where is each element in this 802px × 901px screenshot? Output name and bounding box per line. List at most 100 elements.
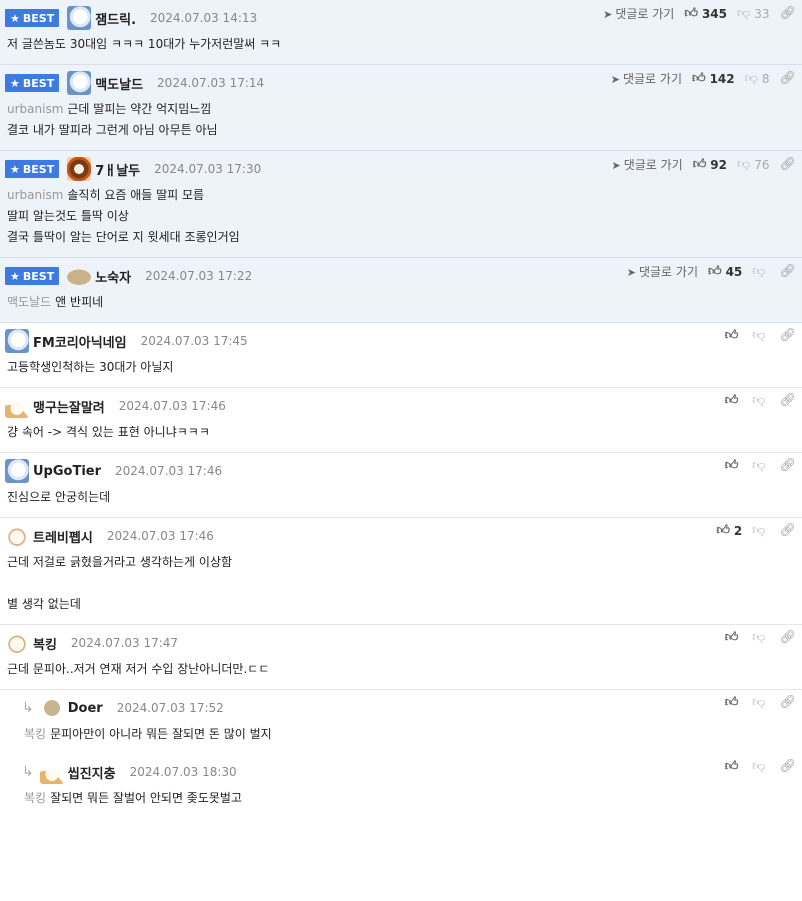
mention[interactable]: 맥도날드	[7, 295, 51, 309]
link-icon[interactable]: 🔗︎	[779, 71, 796, 86]
best-badge: ★ BEST	[5, 267, 60, 285]
upvote-button[interactable]: 👍︎ 92	[693, 157, 727, 172]
author-nickname[interactable]: 7ㅐ날두	[95, 160, 140, 179]
comment-text: 솔직히 요즘 애들 딸피 모름	[67, 188, 205, 202]
upvote-button[interactable]: 👍︎ 2	[716, 523, 742, 538]
comment-header: ↳ Doer 2024.07.03 17:52	[22, 696, 802, 720]
avatar[interactable]	[5, 631, 29, 655]
upvote-button[interactable]: 👍︎	[725, 695, 743, 710]
upvote-button[interactable]: 👍︎ 345	[684, 6, 727, 21]
link-icon[interactable]: 🔗︎	[779, 458, 796, 473]
downvote-button[interactable]: 👎︎	[752, 458, 769, 473]
author-nickname[interactable]: 트레비펩시	[33, 527, 93, 546]
comment-body: 복킹 문피아만이 아니라 뭐든 잘되면 돈 많이 벌지	[22, 720, 802, 754]
comment-text: 문피아만이 아니라 뭐든 잘되면 돈 많이 벌지	[50, 727, 272, 741]
downvote-count: 8	[761, 71, 770, 86]
comment-date: 2024.07.03 17:45	[140, 334, 248, 348]
downvote-button[interactable]: 👎︎	[752, 523, 769, 538]
link-icon[interactable]: 🔗︎	[779, 393, 796, 408]
mention[interactable]: 복킹	[24, 791, 46, 805]
link-icon[interactable]: 🔗︎	[779, 264, 796, 279]
author-nickname[interactable]: Doer	[68, 701, 103, 716]
upvote-count: 92	[710, 157, 727, 172]
upvote-button[interactable]: 👍︎	[725, 458, 743, 473]
avatar[interactable]	[67, 71, 92, 95]
downvote-button[interactable]: 👎︎	[752, 695, 769, 710]
downvote-button[interactable]: 👎︎	[752, 328, 769, 343]
link-icon[interactable]: 🔗︎	[779, 630, 796, 645]
author-nickname[interactable]: 잼드릭.	[95, 9, 136, 28]
downvote-button[interactable]: 👎︎	[752, 393, 769, 408]
link-icon[interactable]: 🔗︎	[779, 328, 796, 343]
author-nickname[interactable]: 맹구는잘말려	[33, 397, 105, 416]
downvote-button[interactable]: 👎︎ 33	[737, 6, 769, 21]
star-icon: ★	[10, 162, 20, 176]
avatar[interactable]	[5, 459, 29, 483]
link-icon[interactable]: 🔗︎	[779, 157, 796, 172]
author-nickname[interactable]: UpGoTier	[33, 464, 101, 479]
author-nickname[interactable]: 맥도날드	[95, 74, 143, 93]
avatar[interactable]	[39, 760, 64, 784]
goto-comment-link[interactable]: ➤ 댓글로 가기	[611, 70, 682, 87]
avatar[interactable]	[67, 264, 92, 288]
comment-header: ↳ 씹진지충 2024.07.03 18:30	[22, 760, 802, 784]
comment-actions: 👍︎ 👎︎ 🔗︎	[725, 759, 796, 774]
author-nickname[interactable]: 노숙자	[95, 267, 131, 286]
comment-actions: ➤ 댓글로 가기 👍︎ 92 👎︎ 76 🔗︎	[611, 156, 796, 173]
link-icon[interactable]: 🔗︎	[779, 523, 796, 538]
mention[interactable]: urbanism	[7, 188, 63, 202]
downvote-count: 76	[754, 157, 770, 172]
upvote-button[interactable]: 👍︎ 142	[692, 71, 735, 86]
goto-comment-link[interactable]: ➤ 댓글로 가기	[611, 156, 682, 173]
comment-date: 2024.07.03 17:47	[70, 636, 179, 650]
mention[interactable]: 복킹	[24, 727, 46, 741]
comment-line: 결코 내가 딸피라 그런게 아님 아무튼 아님	[7, 120, 802, 141]
thumbs-up-icon: 👍︎	[724, 759, 739, 774]
downvote-button[interactable]: 👎︎ 76	[737, 157, 769, 172]
comment-date: 2024.07.03 17:52	[116, 701, 224, 715]
author-nickname[interactable]: 씹진지충	[68, 763, 116, 782]
star-icon: ★	[10, 269, 20, 283]
send-arrow-icon: ➤	[603, 8, 613, 21]
best-label: BEST	[22, 11, 55, 25]
author-nickname[interactable]: FM코리아닉네임	[33, 332, 127, 351]
avatar[interactable]	[5, 524, 29, 548]
comment-text: 잘되면 뭐든 잘벌어 안되면 좆도못벌고	[50, 791, 242, 805]
comment-line: urbanism 근데 딸피는 약간 억지밈느낌	[7, 99, 802, 120]
goto-comment-link[interactable]: ➤ 댓글로 가기	[603, 5, 674, 22]
reply-comment: ↳ Doer 2024.07.03 17:52 👍︎ 👎︎ 🔗︎ 복킹 문피아만이 아니라 뭐…	[12, 690, 802, 754]
downvote-button[interactable]: 👎︎	[752, 630, 769, 645]
upvote-button[interactable]: 👍︎	[725, 630, 743, 645]
avatar[interactable]	[67, 6, 92, 30]
thumbs-down-icon: 👎︎	[752, 393, 766, 408]
goto-comment-label: 댓글로 가기	[638, 265, 698, 279]
goto-comment-link[interactable]: ➤ 댓글로 가기	[627, 263, 698, 280]
avatar[interactable]	[5, 329, 29, 353]
comment-line: 결국 틀딱이 알는 단어로 지 윗세대 조롱인거임	[7, 227, 802, 248]
author-nickname[interactable]: 복킹	[33, 634, 57, 653]
downvote-button[interactable]: 👎︎ 8	[745, 71, 770, 86]
thumbs-up-icon: 👍︎	[724, 695, 739, 710]
avatar[interactable]	[5, 394, 29, 418]
link-icon[interactable]: 🔗︎	[779, 759, 796, 774]
best-comment: ★ BEST 노숙자 2024.07.03 17:22 ➤ 댓글로 가기 👍︎ 45 👎︎ 🔗︎ 맥…	[0, 258, 802, 323]
comment-line: 복킹 잘되면 뭐든 잘벌어 안되면 좆도못벌고	[24, 788, 802, 809]
comment-text: 근데 딸피는 약간 억지밈느낌	[67, 102, 212, 116]
avatar[interactable]	[39, 696, 64, 720]
comment-body: 걍 속어 -> 격식 있는 표현 아니냐ㅋㅋㅋ	[5, 418, 802, 452]
link-icon[interactable]: 🔗︎	[779, 695, 796, 710]
link-icon[interactable]: 🔗︎	[779, 6, 796, 21]
downvote-button[interactable]: 👎︎	[752, 264, 769, 279]
comment-text: 결코 내가 딸피라 그런게 아님 아무튼 아님	[7, 123, 218, 137]
comment-body: 복킹 잘되면 뭐든 잘벌어 안되면 좆도못벌고	[22, 784, 802, 818]
upvote-button[interactable]: 👍︎	[725, 759, 743, 774]
comment-line: 복킹 문피아만이 아니라 뭐든 잘되면 돈 많이 벌지	[24, 724, 802, 745]
mention[interactable]: urbanism	[7, 102, 63, 116]
thumbs-up-icon: 👍︎	[692, 157, 707, 172]
downvote-button[interactable]: 👎︎	[752, 759, 769, 774]
upvote-button[interactable]: 👍︎ 45	[708, 264, 742, 279]
upvote-button[interactable]: 👍︎	[725, 328, 743, 343]
upvote-button[interactable]: 👍︎	[725, 393, 743, 408]
avatar[interactable]	[67, 157, 92, 181]
